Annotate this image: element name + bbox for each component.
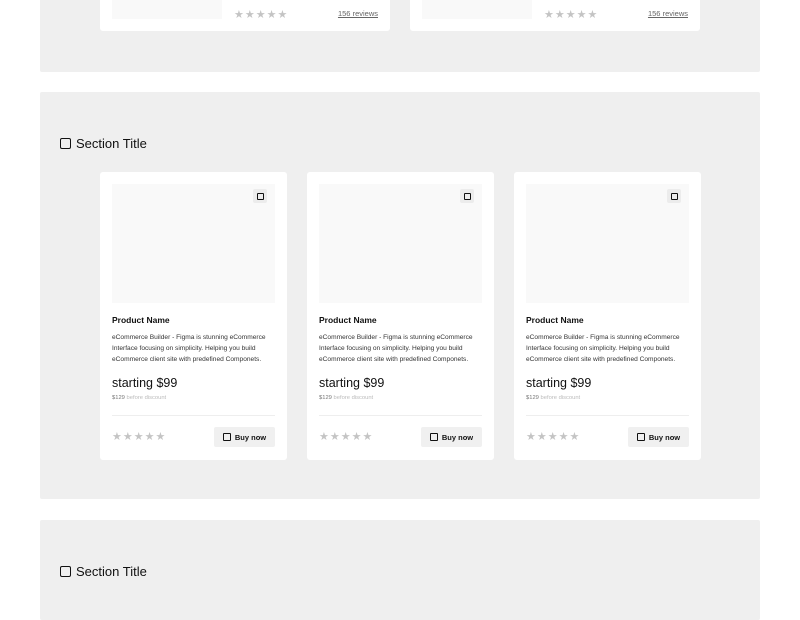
square-icon bbox=[60, 566, 71, 577]
old-price: $129 before discount bbox=[112, 395, 166, 401]
product-name: Product Name bbox=[526, 315, 584, 325]
rating-stars: ★★★★★ bbox=[319, 431, 374, 443]
product-card-top-2[interactable]: ★★★★★ 156 reviews bbox=[410, 0, 700, 31]
product-description: eCommerce Builder - Figma is stunning eC… bbox=[319, 334, 473, 363]
square-icon bbox=[60, 138, 71, 149]
product-card[interactable]: Product Name eCommerce Builder - Figma i… bbox=[307, 172, 494, 460]
buy-now-label: Buy now bbox=[648, 432, 681, 442]
buy-now-label: Buy now bbox=[441, 432, 474, 442]
favorite-button[interactable] bbox=[460, 189, 474, 203]
product-card[interactable]: Product Name eCommerce Builder - Figma i… bbox=[514, 172, 701, 460]
product-image bbox=[112, 184, 275, 303]
old-price-note: before discount bbox=[540, 395, 581, 401]
product-image bbox=[112, 0, 222, 19]
product-name: Product Name bbox=[112, 315, 170, 325]
product-image bbox=[422, 0, 532, 19]
favorite-button[interactable] bbox=[253, 189, 267, 203]
product-description: eCommerce Builder - Figma is stunning eC… bbox=[526, 334, 680, 363]
square-icon bbox=[463, 192, 471, 200]
old-price-value: $129 bbox=[526, 395, 539, 401]
buy-now-label: Buy now bbox=[234, 432, 267, 442]
product-price: starting $99 bbox=[526, 376, 592, 390]
square-icon bbox=[670, 192, 678, 200]
buy-now-button[interactable]: Buy now bbox=[214, 427, 275, 447]
favorite-button[interactable] bbox=[667, 189, 681, 203]
divider bbox=[319, 415, 482, 416]
section-title-text: Section Title bbox=[76, 564, 147, 579]
rating-stars: ★★★★★ bbox=[544, 9, 599, 21]
section-title: Section Title bbox=[60, 564, 147, 579]
section-title: Section Title bbox=[60, 136, 147, 151]
square-icon bbox=[222, 433, 231, 441]
old-price: $129 before discount bbox=[319, 395, 373, 401]
old-price-note: before discount bbox=[333, 395, 374, 401]
reviews-link[interactable]: 156 reviews bbox=[338, 9, 378, 18]
rating-stars: ★★★★★ bbox=[526, 431, 581, 443]
buy-now-button[interactable]: Buy now bbox=[421, 427, 482, 447]
rating-stars: ★★★★★ bbox=[234, 9, 289, 21]
product-card-top-1[interactable]: ★★★★★ 156 reviews bbox=[100, 0, 390, 31]
buy-now-button[interactable]: Buy now bbox=[628, 427, 689, 447]
product-name: Product Name bbox=[319, 315, 377, 325]
section-title-text: Section Title bbox=[76, 136, 147, 151]
product-price: starting $99 bbox=[319, 376, 385, 390]
product-price: starting $99 bbox=[112, 376, 178, 390]
old-price-value: $129 bbox=[319, 395, 332, 401]
reviews-link[interactable]: 156 reviews bbox=[648, 9, 688, 18]
old-price: $129 before discount bbox=[526, 395, 580, 401]
product-section-bottom bbox=[40, 520, 760, 620]
product-card[interactable]: Product Name eCommerce Builder - Figma i… bbox=[100, 172, 287, 460]
square-icon bbox=[429, 433, 438, 441]
product-image bbox=[526, 184, 689, 303]
product-image bbox=[319, 184, 482, 303]
square-icon bbox=[636, 433, 645, 441]
old-price-note: before discount bbox=[126, 395, 167, 401]
divider bbox=[112, 415, 275, 416]
old-price-value: $129 bbox=[112, 395, 125, 401]
square-icon bbox=[256, 192, 264, 200]
rating-stars: ★★★★★ bbox=[112, 431, 167, 443]
product-description: eCommerce Builder - Figma is stunning eC… bbox=[112, 334, 266, 363]
divider bbox=[526, 415, 689, 416]
